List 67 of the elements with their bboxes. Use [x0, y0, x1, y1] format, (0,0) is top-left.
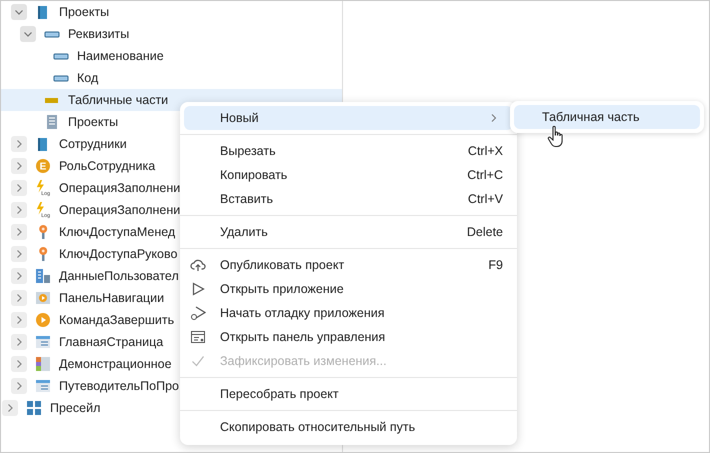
tree-item-label: КлючДоступаМенед — [59, 225, 176, 239]
tree-item-label: Проекты — [68, 115, 118, 129]
tree-item-label: Код — [77, 71, 98, 85]
tree-item-label: ГлавнаяСтраница — [59, 335, 164, 349]
page-icon — [35, 378, 51, 394]
building-icon — [35, 268, 51, 284]
chevron-icon[interactable] — [11, 224, 27, 240]
shortcut-label: F9 — [488, 258, 503, 272]
tree-item-label: Проекты — [59, 5, 110, 19]
chevron-icon[interactable] — [11, 180, 27, 196]
shortcut-label: Delete — [466, 225, 503, 239]
chevron-icon[interactable] — [2, 400, 18, 416]
chevron-icon[interactable] — [20, 26, 36, 42]
menu-item[interactable]: Вставить Ctrl+V — [184, 187, 513, 211]
tree-item-label: КлючДоступаРуково — [59, 247, 178, 261]
chevron-icon[interactable] — [11, 290, 27, 306]
menu-item[interactable]: Открыть панель управления — [184, 325, 513, 349]
tree-item-label: ОперацияЗаполнени — [59, 203, 180, 217]
menu-item[interactable]: Удалить Delete — [184, 220, 513, 244]
shortcut-label: Ctrl+X — [468, 144, 503, 158]
menu-item[interactable]: Копировать Ctrl+C — [184, 163, 513, 187]
tree-item-label: Пресейл — [50, 401, 100, 415]
tree-item-label: ДанныеПользовател — [59, 269, 179, 283]
tree-item-label: Сотрудники — [59, 137, 127, 151]
cloud-upload-icon — [190, 257, 206, 273]
tree-item[interactable]: Наименование — [1, 45, 342, 67]
play-icon — [190, 281, 206, 297]
menu-item[interactable]: Пересобрать проект — [184, 382, 513, 406]
chevron-icon[interactable] — [11, 378, 27, 394]
tree-item-label: Табличные части — [68, 93, 168, 107]
menu-item[interactable]: Новый — [184, 106, 513, 130]
page-icon — [35, 334, 51, 350]
menu-item[interactable]: Начать отладку приложения — [184, 301, 513, 325]
grid-icon — [26, 400, 42, 416]
tree-item-label: ОперацияЗаполнени — [59, 181, 180, 195]
tree-item[interactable]: Код — [1, 67, 342, 89]
tree-item-label: ПутеводительПоПро — [59, 379, 179, 393]
chevron-icon[interactable] — [11, 334, 27, 350]
demo-form-icon — [35, 356, 51, 372]
play-panel-icon — [35, 290, 51, 306]
menu-item[interactable]: Табличная часть — [514, 105, 700, 129]
chevron-icon[interactable] — [11, 246, 27, 262]
chevron-icon[interactable] — [11, 202, 27, 218]
chevron-icon[interactable] — [11, 312, 27, 328]
tree-item-label: Демонстрационное — [59, 357, 172, 371]
tree-item-label: ПанельНавигации — [59, 291, 164, 305]
menu-item[interactable]: Скопировать относительный путь — [184, 415, 513, 439]
tree-item-label: РольСотрудника — [59, 159, 156, 173]
chevron-icon[interactable] — [11, 158, 27, 174]
tree-item[interactable]: Реквизиты — [1, 23, 342, 45]
chevron-icon[interactable] — [11, 356, 27, 372]
menu-item[interactable]: Опубликовать проект F9 — [184, 253, 513, 277]
menu-item[interactable]: Открыть приложение — [184, 277, 513, 301]
document-icon — [44, 114, 60, 130]
menu-item[interactable]: Вырезать Ctrl+X — [184, 139, 513, 163]
play-icon — [35, 312, 51, 328]
chevron-icon[interactable] — [11, 4, 27, 20]
tree-item-label: Наименование — [77, 49, 164, 63]
control-panel-icon — [190, 329, 206, 345]
shortcut-label: Ctrl+C — [467, 168, 503, 182]
shortcut-label: Ctrl+V — [468, 192, 503, 206]
role-icon: E — [35, 158, 51, 174]
tree-item-label: КомандаЗавершить — [59, 313, 174, 327]
chevron-icon[interactable] — [11, 268, 27, 284]
tree-item[interactable]: Проекты — [1, 1, 342, 23]
tree-item-label: Реквизиты — [68, 27, 130, 41]
chevron-icon[interactable] — [11, 136, 27, 152]
